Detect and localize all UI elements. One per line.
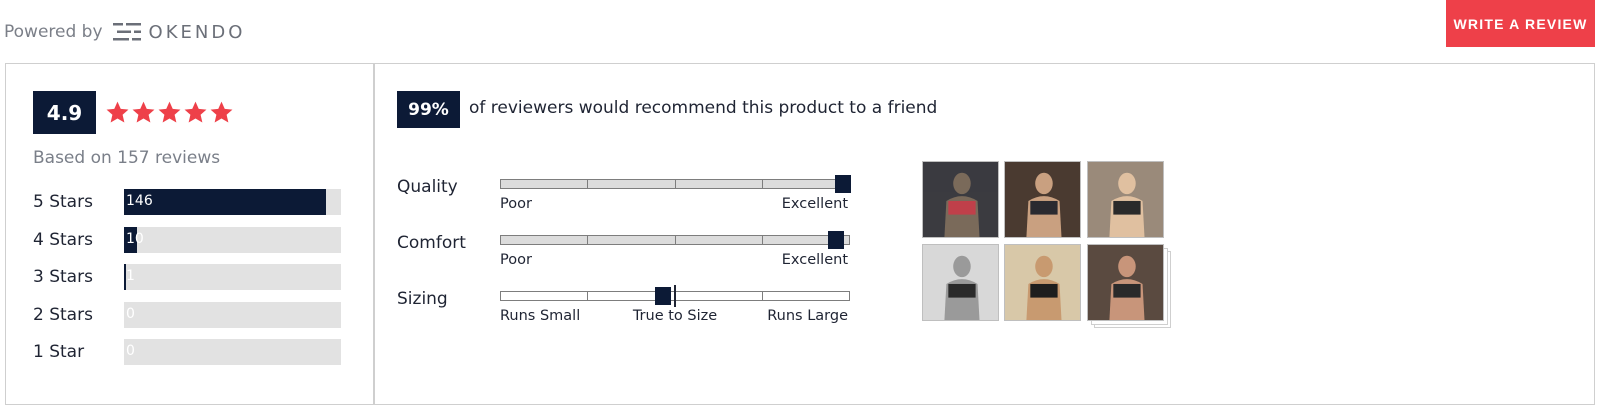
rating-row[interactable]: 3 Stars 1	[33, 264, 341, 290]
rating-bar-track: 146	[124, 189, 341, 215]
attribute-min-label: Poor	[500, 196, 532, 212]
rating-row-label: 5 Stars	[33, 192, 93, 212]
attribute-scale-segment	[588, 236, 676, 244]
attribute-scale-segment	[501, 180, 589, 188]
attribute-scale-segment	[501, 236, 589, 244]
panel-divider	[373, 64, 375, 404]
review-photo-4[interactable]	[922, 244, 999, 321]
write-review-button[interactable]: WRITE A REVIEW	[1446, 0, 1595, 47]
rating-bar-track: 10	[124, 226, 341, 253]
rating-row[interactable]: 1 Star 0	[33, 339, 341, 365]
attribute-marker	[835, 175, 851, 193]
rating-bar-track: 0	[124, 301, 341, 328]
powered-by: Powered by OKENDO	[4, 18, 245, 46]
photo-image	[1005, 162, 1080, 237]
attribute-max-label: Excellent	[781, 252, 848, 268]
rating-bar-count: 0	[126, 343, 135, 359]
rating-row-label: 1 Star	[33, 342, 85, 362]
attribute-scale-segment	[588, 180, 676, 188]
star-icon	[106, 101, 129, 123]
average-rating-badge: 4.9	[33, 91, 96, 134]
attribute-scale-segment	[763, 292, 849, 300]
rating-bar-track: 0	[124, 339, 341, 365]
attribute-scale-segment	[676, 236, 763, 244]
attribute-mid-label: True to Size	[632, 308, 718, 324]
photo-image	[1088, 162, 1163, 237]
rating-row[interactable]: 4 Stars 10	[33, 226, 341, 253]
rating-row-label: 3 Stars	[33, 267, 93, 287]
attribute-min-label: Poor	[500, 252, 532, 268]
photo-image	[923, 162, 998, 237]
rating-bar-fill	[124, 189, 326, 215]
review-photo-3[interactable]	[1087, 161, 1164, 238]
attribute-max-label: Excellent	[781, 196, 848, 212]
attribute-label: Quality	[397, 177, 458, 197]
attribute-label: Comfort	[397, 233, 466, 253]
rating-row[interactable]: 2 Stars 0	[33, 301, 341, 328]
photo-image	[1088, 245, 1163, 320]
rating-bar-track: 1	[124, 264, 341, 290]
recommend-text: of reviewers would recommend this produc…	[469, 98, 938, 118]
attribute-label: Sizing	[397, 289, 448, 309]
review-photo-1[interactable]	[922, 161, 999, 238]
attribute-scale-segment	[676, 292, 763, 300]
rating-bar-count: 146	[126, 193, 153, 209]
rating-bar-count: 0	[126, 305, 135, 322]
recommend-percent-badge: 99%	[397, 91, 460, 128]
review-count-text: Based on 157 reviews	[33, 148, 221, 168]
review-photo-5[interactable]	[1004, 244, 1081, 321]
attribute-scale-segment	[676, 180, 763, 188]
star-icon	[132, 101, 155, 123]
photo-image	[1005, 245, 1080, 320]
star-icon	[158, 101, 181, 123]
okendo-wordmark: OKENDO	[148, 21, 246, 43]
photo-image	[923, 245, 998, 320]
okendo-logo-icon[interactable]: OKENDO	[112, 20, 246, 44]
rating-row-label: 4 Stars	[33, 229, 93, 250]
reviews-summary-panel: 4.9 Based on 157 reviews 5 Stars 146 4 Sta…	[5, 63, 1595, 405]
star-icon	[184, 101, 207, 123]
attribute-marker	[655, 287, 671, 305]
rating-bar-count: 10	[126, 230, 144, 247]
star-rating	[105, 100, 234, 125]
attribute-min-label: Runs Small	[500, 308, 581, 324]
attribute-midpoint-tick	[674, 285, 676, 307]
attribute-scale-bar	[500, 179, 850, 189]
star-icon	[210, 101, 233, 123]
powered-by-text: Powered by	[4, 22, 103, 42]
rating-bar-count: 1	[126, 268, 135, 284]
review-photo-2[interactable]	[1004, 161, 1081, 238]
attribute-scale-segment	[501, 292, 589, 300]
attribute-marker	[828, 231, 844, 249]
rating-row[interactable]: 5 Stars 146	[33, 189, 341, 215]
attribute-scale-bar	[500, 235, 850, 245]
attribute-max-label: Runs Large	[767, 308, 848, 324]
rating-row-label: 2 Stars	[33, 304, 93, 325]
review-photo-6[interactable]	[1087, 244, 1164, 321]
